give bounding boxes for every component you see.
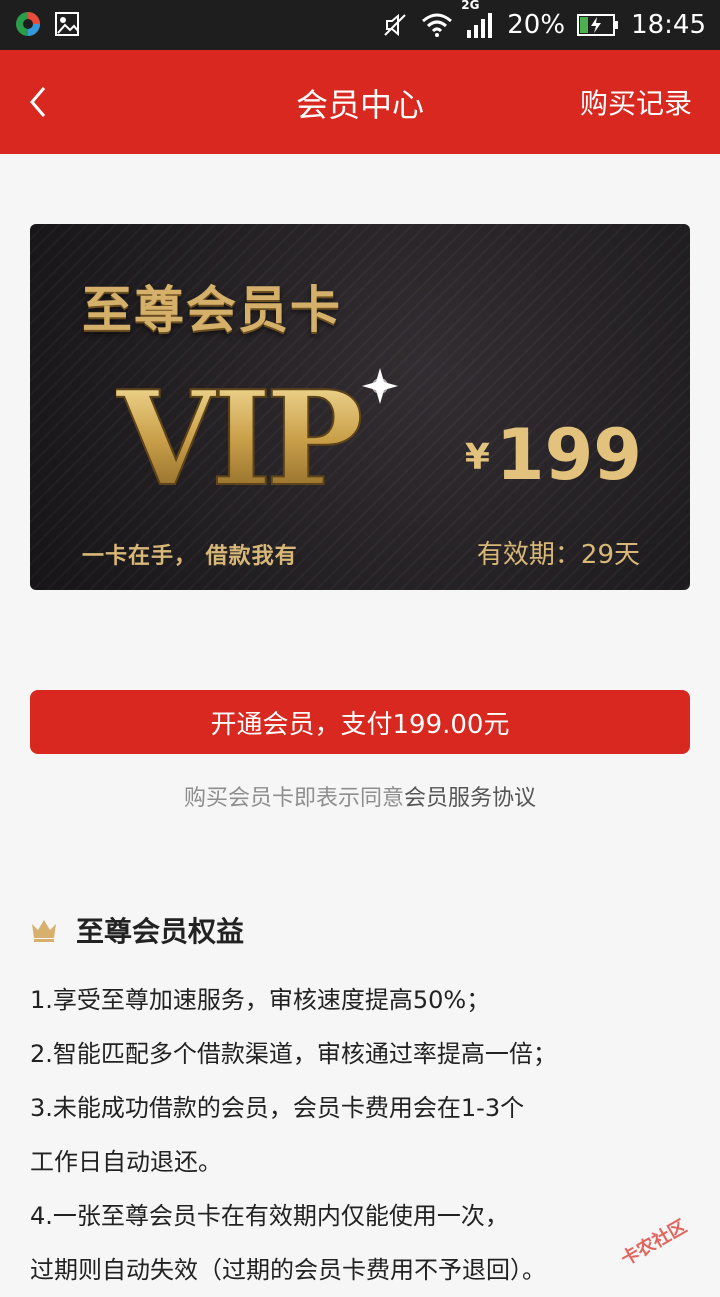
app-header: 会员中心 购买记录: [0, 50, 720, 154]
benefit-line: 2.智能匹配多个借款渠道，审核通过率提高一倍；: [30, 1040, 557, 1068]
currency-symbol: ¥: [464, 437, 490, 478]
purchase-history-button[interactable]: 购买记录: [580, 82, 692, 122]
benefit-line: 过期则自动失效（过期的会员卡费用不予退回）。: [30, 1256, 546, 1284]
agreement-prefix: 购买会员卡即表示同意: [183, 786, 404, 811]
activate-membership-button[interactable]: 开通会员，支付199.00元: [30, 690, 690, 754]
benefit-line: 3.未能成功借款的会员，会员卡费用会在1-3个: [30, 1094, 525, 1122]
watermark-text: 卡农社区: [617, 1215, 690, 1266]
card-slogan: 一卡在手， 借款我有: [82, 544, 298, 569]
signal-icon: 2G: [461, 0, 495, 38]
agreement-text: 购买会员卡即表示同意会员服务协议: [0, 780, 720, 812]
benefits-title: 至尊会员权益: [76, 915, 245, 948]
wifi-icon: [421, 12, 453, 38]
benefit-line: 1.享受至尊加速服务，审核速度提高50%；: [30, 986, 491, 1014]
crown-icon: [32, 920, 56, 942]
status-bar: 2G 20% 18:45: [0, 0, 720, 50]
benefit-line: 工作日自动退还。: [30, 1148, 222, 1176]
clock: 18:45: [631, 10, 706, 40]
vip-text: VIP: [116, 364, 361, 515]
network-type: 2G: [461, 0, 480, 12]
gallery-icon: [54, 11, 80, 37]
app-icon: [14, 10, 42, 38]
price-value: 199: [495, 414, 642, 496]
membership-agreement-link[interactable]: 会员服务协议: [404, 786, 536, 811]
mute-icon: [381, 11, 409, 39]
benefit-line: 4.一张至尊会员卡在有效期内仅能使用一次，: [30, 1202, 509, 1230]
benefits-header: 至尊会员权益: [30, 910, 244, 950]
vip-card: 至尊会员卡 VIP 一卡在手， 借款我有 ¥ 199 有效期：29天: [30, 224, 690, 590]
sparkle-icon: [362, 368, 398, 404]
vip-logo: VIP: [116, 364, 398, 516]
card-price: ¥ 199: [465, 420, 642, 490]
watermark-logo: 卡农社区: [617, 1215, 690, 1266]
battery-percent: 20%: [507, 10, 566, 40]
card-title: 至尊会员卡: [82, 281, 342, 339]
benefits-list: 1.享受至尊加速服务，审核速度提高50%； 2.智能匹配多个借款渠道，审核通过率…: [30, 973, 700, 1297]
card-validity: 有效期：29天: [476, 540, 640, 570]
battery-icon: [577, 13, 619, 37]
